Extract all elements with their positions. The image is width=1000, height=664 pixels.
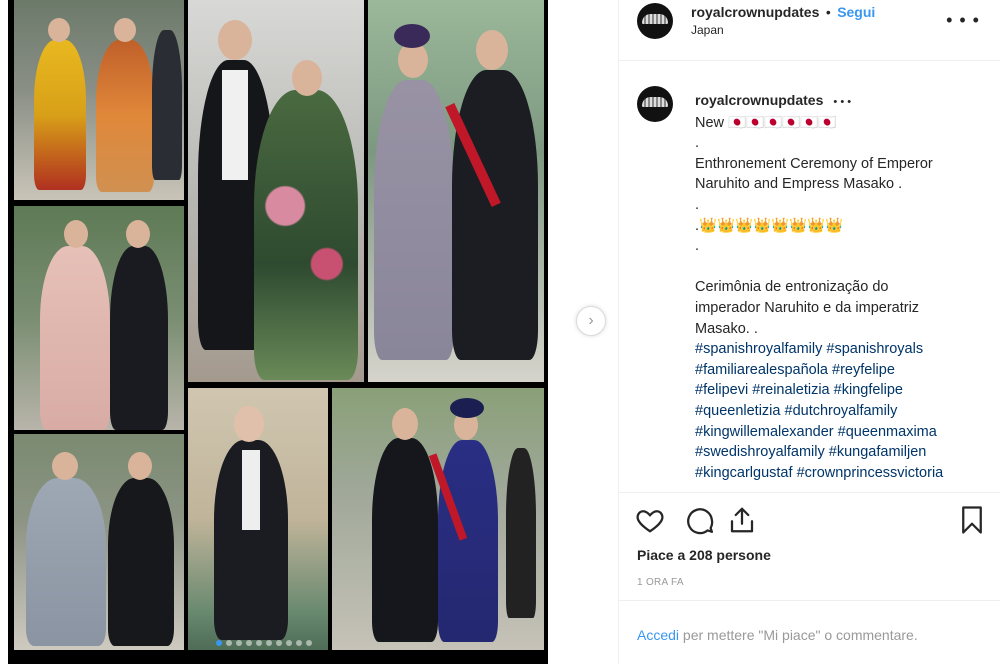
hashtag-link[interactable]: #dutchroyalfamily — [785, 403, 898, 419]
hashtag-link[interactable]: #felipevi — [695, 382, 748, 398]
location-link[interactable]: Japan — [691, 23, 724, 37]
caption: royalcrownupdates • • • New 🇯🇵🇯🇵🇯🇵🇯🇵🇯🇵🇯🇵… — [619, 62, 1000, 492]
carousel-dot — [306, 640, 312, 646]
photo-belgian-royals — [14, 206, 184, 430]
carousel-indicator — [216, 640, 312, 646]
caption-username-link[interactable]: royalcrownupdates — [695, 92, 823, 108]
login-prompt: Accedi per mettere "Mi piace" o commenta… — [619, 600, 1000, 664]
photo-danish-royals — [368, 0, 544, 382]
post-media: › — [0, 0, 618, 664]
crown-emoji-line: .👑👑👑👑👑👑👑👑 — [695, 217, 844, 234]
separator: • — [825, 4, 831, 20]
caption-line: . — [695, 196, 700, 213]
carousel-dot — [226, 640, 232, 646]
caption-line: Enthronement Ceremony of Emperor — [695, 155, 933, 172]
hashtag-line: #familiarealespañola #reyfelipe — [695, 360, 985, 381]
hashtag-link[interactable]: #crownprincessvictoria — [797, 465, 944, 481]
share-icon[interactable] — [727, 505, 757, 535]
carousel-dot — [286, 640, 292, 646]
hashtag-link[interactable]: #spanishroyals — [826, 341, 923, 357]
caption-line: Masako. . — [695, 320, 758, 337]
bookmark-icon[interactable] — [957, 505, 987, 535]
likes-count[interactable]: Piace a 208 persone — [637, 547, 771, 563]
more-options-icon[interactable]: • • • — [946, 10, 980, 31]
photo-spanish-royals — [188, 0, 364, 382]
photo-collage[interactable] — [8, 0, 548, 664]
hashtag-line: #swedishroyalfamily #kungafamiljen — [695, 442, 985, 463]
hashtag-link[interactable]: #familiarealespañola — [695, 362, 828, 378]
post-header: royalcrownupdates • Segui Japan • • • — [619, 0, 1000, 61]
hashtag-line: #kingcarlgustaf #crownprincessvictoria — [695, 463, 985, 484]
carousel-dot — [216, 640, 222, 646]
photo-swedish-royals — [332, 388, 544, 650]
carousel-dot — [266, 640, 272, 646]
post-actions: Piace a 208 persone 1 ORA FA — [619, 492, 1000, 600]
hashtag-link[interactable]: #reyfelipe — [832, 362, 895, 378]
carousel-dot — [296, 640, 302, 646]
hashtag-link[interactable]: #kingfelipe — [834, 382, 903, 398]
login-prompt-text: per mettere "Mi piace" o commentare. — [679, 627, 918, 643]
next-slide-button[interactable]: › — [576, 306, 606, 336]
avatar[interactable] — [637, 86, 673, 122]
carousel-dot — [246, 640, 252, 646]
caption-line: New 🇯🇵🇯🇵🇯🇵🇯🇵🇯🇵🇯🇵 — [695, 114, 837, 131]
carousel-dot — [236, 640, 242, 646]
hashtag-line: #kingwillemalexander #queenmaxima — [695, 422, 985, 443]
hashtag-line: #spanishroyalfamily #spanishroyals — [695, 339, 985, 360]
hashtag-line: #queenletizia #dutchroyalfamily — [695, 401, 985, 422]
hashtag-link[interactable]: #queenletizia — [695, 403, 780, 419]
heart-icon[interactable] — [635, 505, 665, 535]
caption-line: Naruhito and Empress Masako . — [695, 176, 903, 193]
caption-text: royalcrownupdates • • • New 🇯🇵🇯🇵🇯🇵🇯🇵🇯🇵🇯🇵… — [695, 90, 985, 483]
login-link[interactable]: Accedi — [637, 627, 679, 643]
hashtag-link[interactable]: #kingcarlgustaf — [695, 465, 793, 481]
post-sidebar: royalcrownupdates • Segui Japan • • • ro… — [618, 0, 1000, 664]
username-link[interactable]: royalcrownupdates — [691, 4, 819, 20]
comment-icon[interactable] — [685, 505, 715, 535]
hashtag-link[interactable]: #swedishroyalfamily — [695, 444, 825, 460]
carousel-dot — [256, 640, 262, 646]
photo-bhutan-royals — [14, 0, 184, 200]
caption-dots: • • • — [833, 96, 852, 108]
follow-button[interactable]: Segui — [837, 4, 875, 20]
caption-line: . — [695, 135, 700, 152]
photo-prince-charles — [188, 388, 328, 650]
post-timestamp[interactable]: 1 ORA FA — [637, 577, 684, 588]
caption-line: Cerimônia de entronização do — [695, 279, 889, 296]
chevron-right-icon: › — [588, 312, 594, 329]
hashtag-link[interactable]: #queenmaxima — [838, 424, 937, 440]
hashtag-link[interactable]: #spanishroyalfamily — [695, 341, 822, 357]
hashtag-link[interactable]: #kingwillemalexander — [695, 424, 834, 440]
avatar[interactable] — [637, 3, 673, 39]
caption-line: imperador Naruhito e da imperatriz — [695, 299, 920, 316]
hashtag-link[interactable]: #kungafamiljen — [829, 444, 927, 460]
caption-line: . — [695, 238, 700, 255]
hashtag-list: #spanishroyalfamily #spanishroyals #famil… — [695, 339, 985, 483]
hashtag-link[interactable]: #reinaletizia — [752, 382, 829, 398]
carousel-dot — [276, 640, 282, 646]
hashtag-line: #felipevi #reinaletizia #kingfelipe — [695, 380, 985, 401]
photo-dutch-royals — [14, 434, 184, 650]
